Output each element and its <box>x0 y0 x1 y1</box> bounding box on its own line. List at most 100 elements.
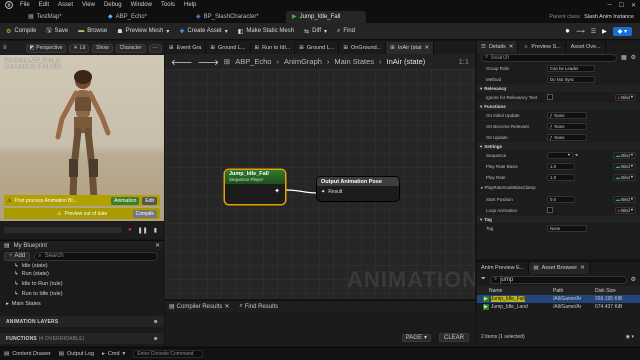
make-static-mesh-button[interactable]: ◧ Make Static Mesh <box>234 25 298 38</box>
output-log-button[interactable]: ▤ Output Log <box>59 351 94 357</box>
find-button[interactable]: ⌕ Find <box>333 25 359 38</box>
tab-preview-scene[interactable]: ☼ Preview S... <box>519 40 566 53</box>
tab-asset-override[interactable]: Asset Ove... <box>567 40 606 53</box>
tree-item-main-states[interactable]: ▸ Main States <box>0 299 164 308</box>
character-button[interactable]: Character <box>115 43 146 53</box>
page-dropdown[interactable]: PAGE ▾ <box>401 333 431 342</box>
tree-item-run-to-idle-rule[interactable]: ↳ Run to Idle (rule) <box>0 289 164 299</box>
table-row[interactable]: ▶ Jump_Idle_Land /All/Game/Ar 674.437 KiB <box>477 303 640 311</box>
menu-item-window[interactable]: Window <box>131 2 152 8</box>
show-button[interactable]: Show <box>92 43 113 53</box>
pose-input-pin-icon[interactable]: ✦ <box>321 189 325 195</box>
bind-button[interactable]: ● Bind ▾ <box>614 93 636 101</box>
method-dropdown[interactable]: Do Not Sync <box>547 75 595 83</box>
column-header-disk-size[interactable]: Disk Size <box>595 288 616 294</box>
bind-button[interactable]: ● Bind ▾ <box>614 206 636 214</box>
viewport-compile-button[interactable]: Compile <box>132 209 157 218</box>
on-initial-update-dropdown[interactable]: ƒ None <box>547 111 587 119</box>
view-options-button[interactable]: ◉ ▾ <box>626 334 634 340</box>
record-icon[interactable]: ● <box>128 227 132 233</box>
compile-button[interactable]: ⚙ Compile <box>2 25 40 38</box>
functions-details-section[interactable]: ▾ Functions <box>477 103 640 110</box>
breadcrumb-item[interactable]: AnimGraph <box>284 57 322 66</box>
tab-find-results[interactable]: ⌕ Find Results <box>239 303 278 310</box>
tab-compiler-results[interactable]: ▤ Compiler Results ✕ <box>169 303 229 311</box>
preview-mesh-button[interactable]: ☗ Preview Mesh ▾ <box>113 25 173 38</box>
minimize-icon[interactable]: ─ <box>607 2 611 8</box>
tree-item-run-state[interactable]: ↳ Run (state) <box>0 269 164 279</box>
breadcrumb-item[interactable]: InAir (state) <box>387 57 426 66</box>
close-icon[interactable]: ✕ <box>224 303 229 310</box>
sequence-picker[interactable]: ▾ <box>547 151 573 159</box>
clear-button[interactable]: CLEAR <box>438 333 469 342</box>
sequence-player-node[interactable]: Jump_Idle_Fall Sequence Player ✦ <box>225 170 285 204</box>
browse-arrow-icon[interactable]: ◂ <box>575 152 577 158</box>
close-icon[interactable]: ✕ <box>631 2 636 9</box>
tab-details[interactable]: ☰ Details ✕ <box>477 40 519 53</box>
hamburger-icon[interactable]: ≡ <box>3 45 7 51</box>
column-header-path[interactable]: Path <box>553 288 595 294</box>
breadcrumb-item[interactable]: ABP_Echo <box>235 57 271 66</box>
bind-button[interactable]: ▬ Bind ▾ <box>612 173 636 181</box>
graph-tab-ground-locomotion-2[interactable]: ⊞ Ground L... <box>295 41 340 54</box>
settings-section[interactable]: ▾ Settings <box>477 143 640 150</box>
content-drawer-button[interactable]: ▤ Content Drawer <box>4 351 51 357</box>
close-icon[interactable]: ✕ <box>155 242 160 249</box>
menu-item-help[interactable]: Help <box>184 2 196 8</box>
close-icon[interactable]: ✕ <box>424 45 429 51</box>
tab-testmap[interactable]: ▦ TestMap* <box>22 11 102 23</box>
tag-section[interactable]: ▾ Tag <box>477 216 640 223</box>
on-update-dropdown[interactable]: ƒ None <box>547 133 587 141</box>
tag-input[interactable]: None <box>547 224 587 232</box>
browse-button[interactable]: ▬ Browse <box>74 25 111 38</box>
relevancy-section[interactable]: ▾ Relevancy <box>477 85 640 92</box>
animation-layers-section[interactable]: ANIMATION LAYERS ⊕ <box>0 316 164 327</box>
group-role-dropdown[interactable]: Can be Leader <box>547 64 595 72</box>
play-icon[interactable]: ▶ <box>602 28 607 35</box>
skeleton-icon[interactable]: ☰ <box>591 28 596 35</box>
close-icon[interactable]: ✕ <box>509 44 514 50</box>
column-header-name[interactable]: Name <box>477 288 553 294</box>
tab-anim-preview-editor[interactable]: Anim Preview E... <box>477 261 530 274</box>
details-row-play-rate-scale-bias-clamp[interactable]: ▸ PlayRateScaleBiasClamp <box>477 183 640 194</box>
tab-abp-echo[interactable]: ◆ ABP_Echo* <box>102 11 190 23</box>
details-search-input[interactable]: ⌕ Search <box>481 53 617 62</box>
console-input[interactable]: Enter Console Command <box>133 350 204 358</box>
menu-item-edit[interactable]: Edit <box>39 2 49 8</box>
breadcrumb-item[interactable]: Main States <box>334 57 374 66</box>
graph-tab-ground-locomotion[interactable]: ⊞ Ground L... <box>206 41 251 54</box>
menu-item-view[interactable]: View <box>82 2 95 8</box>
graph-tab-onground[interactable]: ⊞ OnGround... <box>339 41 387 54</box>
back-arrow-icon[interactable]: 🡐 <box>171 57 192 67</box>
graph-tab-event-graph[interactable]: ⊞ Event Gra <box>165 41 207 54</box>
menu-item-asset[interactable]: Asset <box>58 2 73 8</box>
graph-tab-inair[interactable]: ⊞ InAir (stat ✕ <box>386 41 435 54</box>
start-position-input[interactable]: 0.0 <box>547 195 575 203</box>
forward-arrow-icon[interactable]: 🡒 <box>197 57 218 67</box>
sequence-icon[interactable]: ⟿ <box>576 28 585 35</box>
blueprint-search-input[interactable]: ⌕ Search <box>34 251 158 261</box>
anim-graph-canvas[interactable]: Jump_Idle_Fall Sequence Player ✦ Output … <box>165 69 475 299</box>
tab-bp-slash-character[interactable]: ◈ BP_SlashCharacter* <box>190 11 286 23</box>
functions-section[interactable]: FUNCTIONS (4 OVERRIDABLE) ⊕ <box>0 333 164 344</box>
filter-icon[interactable]: ⏷ <box>481 276 486 283</box>
menu-item-tools[interactable]: Tools <box>161 2 175 8</box>
loop-animation-checkbox[interactable] <box>547 207 553 213</box>
edit-button[interactable]: Edit <box>142 196 157 205</box>
asset-search-input[interactable]: ⌕ jump <box>489 275 627 284</box>
bind-button[interactable]: ▬ Bind ▾ <box>612 151 636 159</box>
lit-button[interactable]: ☀ Lit <box>69 43 90 53</box>
table-row[interactable]: ▶ Jump_Idle_Fall /All/Game/Ar 269.195 KiB <box>477 295 640 303</box>
pause-icon[interactable]: ❚❚ <box>138 227 148 234</box>
unreal-logo-icon[interactable] <box>4 0 14 10</box>
add-circle-icon[interactable]: ⊕ <box>154 336 158 342</box>
save-button[interactable]: 🖫 Save <box>42 25 72 38</box>
lod-button[interactable]: ⋯ <box>148 43 162 53</box>
add-circle-icon[interactable]: ⊕ <box>154 319 158 325</box>
ignore-relevancy-checkbox[interactable] <box>547 94 553 100</box>
diff-button[interactable]: ⇆ Diff ▾ <box>300 25 331 38</box>
animation-button[interactable]: Animation <box>111 196 140 205</box>
grid-view-icon[interactable]: ▦ <box>621 54 627 61</box>
bind-button[interactable]: ▬ Bind ▾ <box>612 162 636 170</box>
tab-asset-browser[interactable]: ▤ Asset Browser ✕ <box>529 261 590 274</box>
